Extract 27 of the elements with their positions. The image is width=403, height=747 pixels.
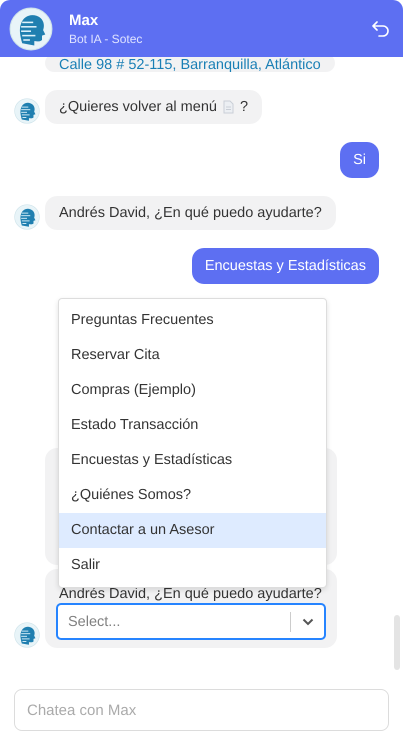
message-input[interactable]: Chatea con Max [14, 689, 389, 731]
bot-name: Max [69, 12, 100, 28]
message-text: Andrés David, ¿En qué puedo ayudarte? [58, 586, 323, 602]
menu-option[interactable]: Encuestas y Estadísticas [59, 443, 326, 478]
chevron-down-icon[interactable] [302, 618, 314, 626]
document-icon [222, 100, 234, 114]
bot-subtitle: Bot IA - Sotec [69, 32, 144, 46]
message-text: ¿Quieres volver al menú [59, 99, 217, 115]
menu-option[interactable]: Reservar Cita [59, 338, 326, 373]
menu-option[interactable]: Salir [59, 548, 326, 583]
menu-option[interactable]: ¿Quiénes Somos? [59, 478, 326, 513]
bot-avatar-icon [14, 622, 40, 648]
user-message: Encuestas y Estadísticas [192, 248, 379, 284]
scrollbar[interactable] [394, 615, 400, 670]
back-arrow-icon[interactable] [371, 20, 391, 38]
bot-avatar-icon [14, 204, 40, 230]
bot-avatar-icon [9, 6, 53, 50]
menu-option[interactable]: Contactar a un Asesor [59, 513, 326, 548]
menu-option[interactable]: Preguntas Frecuentes [59, 303, 326, 338]
message-text: ? [240, 99, 248, 115]
menu-option[interactable]: Estado Transacción [59, 408, 326, 443]
address-link[interactable]: Calle 98 # 52-115, Barranquilla, Atlántico [59, 58, 321, 72]
menu-option[interactable]: Compras (Ejemplo) [59, 373, 326, 408]
select-field[interactable]: Select... [56, 603, 326, 640]
bot-avatar-icon [14, 98, 40, 124]
user-message: Si [340, 142, 379, 178]
message-text: Andrés David, ¿En qué puedo ayudarte? [45, 196, 336, 230]
